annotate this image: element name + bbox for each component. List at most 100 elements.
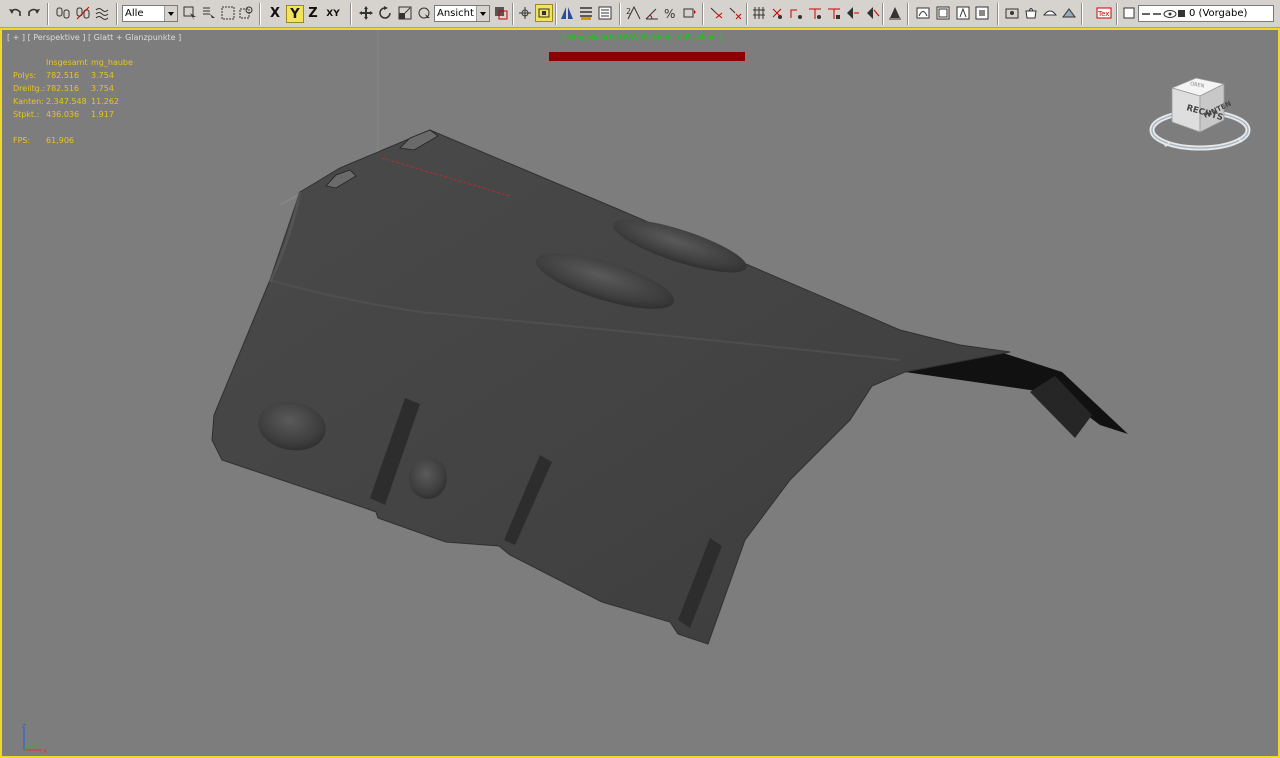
render-frame-icon[interactable]: [1003, 4, 1021, 22]
stats-total: 436.036: [46, 110, 80, 119]
main-toolbar: Alle X Y Z XY Ansicht 2 % Tex 0 (Vorgabe…: [0, 0, 1280, 28]
toolbar-separator: [746, 3, 748, 25]
stats-object: 1.917: [91, 110, 114, 119]
spinner-snap-icon[interactable]: [681, 4, 699, 22]
stats-total: 782.516: [46, 84, 80, 93]
undo-icon[interactable]: [6, 4, 24, 22]
render-production-icon[interactable]: [1041, 4, 1059, 22]
toolbar-separator: [907, 3, 909, 25]
toolbar-separator: [619, 3, 621, 25]
mesh-render[interactable]: [2, 30, 1278, 756]
toolbar-separator: [702, 3, 704, 25]
stats-object: 3.754: [91, 84, 114, 93]
toolbar-separator: [259, 3, 261, 25]
render-icon[interactable]: [1022, 4, 1040, 22]
toolbar-separator: [1081, 3, 1083, 25]
curve-editor-icon[interactable]: [914, 4, 932, 22]
reference-coord-value: Ansicht: [437, 8, 474, 19]
hood-mesh: [211, 129, 1011, 645]
toolbar-separator: [997, 3, 999, 25]
axis-tripod: z x y: [22, 722, 47, 754]
reference-coord-dropdown[interactable]: Ansicht: [434, 5, 490, 22]
svg-text:2: 2: [626, 7, 631, 16]
named-selection-icon[interactable]: [707, 4, 725, 22]
align-icon[interactable]: [577, 4, 595, 22]
stats-label: Kanten:: [13, 97, 44, 106]
normal-align-icon[interactable]: [886, 4, 904, 22]
window-crossing-icon[interactable]: [237, 4, 255, 22]
svg-text:%: %: [664, 7, 675, 21]
text-tool-icon[interactable]: Tex: [1095, 4, 1113, 22]
toolbar-separator: [555, 3, 557, 25]
toolbar-separator: [1116, 3, 1118, 25]
snap-edge-icon[interactable]: [806, 4, 824, 22]
selection-filter-dropdown[interactable]: Alle: [122, 5, 178, 22]
axis-y-button[interactable]: Y: [286, 5, 304, 23]
toolbar-separator: [350, 3, 352, 25]
bind-spacewarp-icon[interactable]: [93, 4, 111, 22]
layer-manager-icon[interactable]: [596, 4, 614, 22]
stats-label: Polys:: [13, 71, 37, 80]
layer-status-icon: [1142, 10, 1185, 18]
redo-icon[interactable]: [25, 4, 43, 22]
viewcube[interactable]: RECHTS HINTEN OBEN: [1148, 74, 1252, 156]
viewport-label[interactable]: [ + ] [ Perspektive ] [ Glatt + Glanzpun…: [7, 33, 181, 42]
snap-vertex-icon[interactable]: [768, 4, 786, 22]
stats-total: 2.347.548: [46, 97, 87, 106]
unlink-icon[interactable]: [74, 4, 92, 22]
select-and-link-icon[interactable]: [516, 4, 534, 22]
axis-x-label: x: [43, 747, 47, 754]
select-by-name-icon[interactable]: [200, 4, 218, 22]
select-object-icon[interactable]: [181, 4, 199, 22]
uvw-warning-bar: [549, 52, 745, 61]
keyboard-override-icon[interactable]: [535, 4, 553, 22]
axis-z-label: z: [22, 722, 26, 730]
snap-endpoint-icon[interactable]: [787, 4, 805, 22]
fps-value: 61,906: [46, 136, 74, 145]
uvw-warning-text: [ Umgekehrte UVW-Flächen: 0 Flächen ]: [562, 33, 723, 42]
stats-header-object: mg_haube: [91, 58, 133, 67]
mirror-icon[interactable]: [558, 4, 576, 22]
axis-x-button[interactable]: X: [267, 5, 283, 23]
axis-z-button[interactable]: Z: [305, 5, 321, 23]
scale-icon[interactable]: [396, 4, 414, 22]
stats-object: 11.262: [91, 97, 119, 106]
pivot-center-icon[interactable]: [492, 4, 510, 22]
array-icon[interactable]: [750, 4, 768, 22]
snap-face-icon[interactable]: [825, 4, 843, 22]
rect-selection-icon[interactable]: [219, 4, 237, 22]
layer-name: 0 (Vorgabe): [1189, 8, 1248, 19]
toolbar-separator: [882, 3, 884, 25]
chevron-down-icon: [164, 6, 177, 21]
edit-named-selection-icon[interactable]: [726, 4, 744, 22]
render-setup-icon[interactable]: [973, 4, 991, 22]
material-editor-icon[interactable]: [954, 4, 972, 22]
perspective-viewport[interactable]: [ + ] [ Perspektive ] [ Glatt + Glanzpun…: [0, 28, 1280, 758]
rotate-icon[interactable]: [376, 4, 394, 22]
stats-label: Stpkt.:: [13, 110, 40, 119]
snaps-toggle-icon[interactable]: 2: [625, 4, 643, 22]
toolbar-separator: [116, 3, 118, 25]
move-icon[interactable]: [357, 4, 375, 22]
link-icon[interactable]: [54, 4, 72, 22]
selection-filter-value: Alle: [125, 8, 144, 19]
snap-pivot-icon[interactable]: [844, 4, 862, 22]
stats-header-total: Insgesamt: [46, 58, 88, 67]
angle-snap-icon[interactable]: [643, 4, 661, 22]
layer-toggle-icon[interactable]: [1120, 4, 1138, 22]
select-manipulate-icon[interactable]: [415, 4, 433, 22]
toolbar-separator: [512, 3, 514, 25]
schematic-view-icon[interactable]: [934, 4, 952, 22]
fps-label: FPS:: [13, 136, 31, 145]
axis-y-label: y: [37, 739, 41, 746]
hood-bump: [409, 457, 447, 499]
stats-label: Dreiitg.:: [13, 84, 46, 93]
axis-xy-button[interactable]: XY: [323, 5, 343, 23]
active-shade-icon[interactable]: [1060, 4, 1078, 22]
svg-text:Tex: Tex: [1097, 10, 1109, 18]
chevron-down-icon: [476, 6, 489, 21]
percent-snap-icon[interactable]: %: [662, 4, 680, 22]
snap-perp-icon[interactable]: [864, 4, 882, 22]
stats-object: 3.754: [91, 71, 114, 80]
layer-dropdown[interactable]: 0 (Vorgabe): [1138, 5, 1274, 22]
